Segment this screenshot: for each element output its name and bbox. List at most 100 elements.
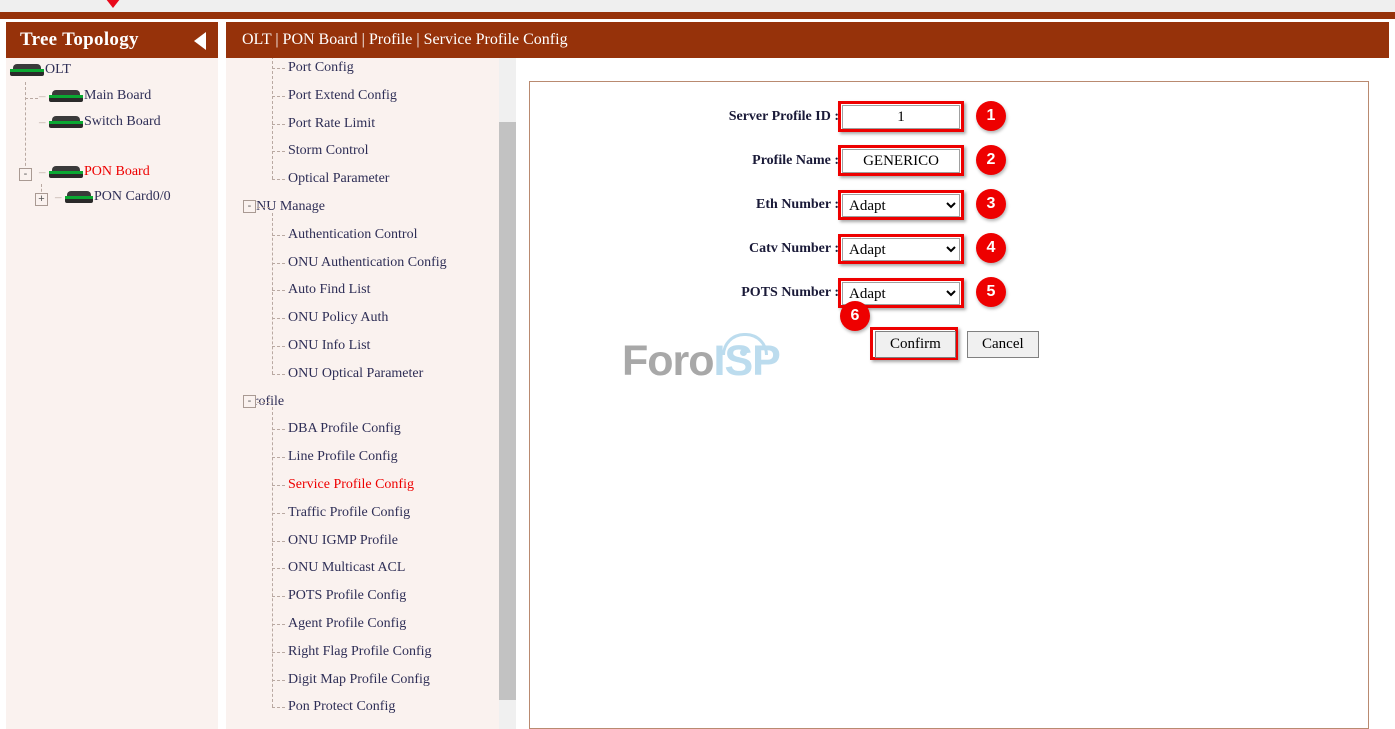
app-window: Tree Topology OLT – Main Board – Switch … xyxy=(0,0,1395,729)
menu-connector-dash xyxy=(272,179,285,181)
tree-expander-pon-board[interactable]: - xyxy=(19,168,32,181)
menu-connector-dash xyxy=(272,290,285,292)
device-icon xyxy=(65,191,93,203)
confirm-button[interactable]: Confirm xyxy=(875,331,956,358)
menu-scrollbar[interactable] xyxy=(499,22,516,729)
field-label-pots-number: POTS Number : xyxy=(741,285,839,300)
field-label-catv-number: Catv Number : xyxy=(749,241,839,256)
tree-node-switch-board[interactable]: – Switch Board xyxy=(39,114,161,136)
menu-item-onu-multicast-acl[interactable]: ONU Multicast ACL xyxy=(226,554,405,582)
menu-item-auto-find-list[interactable]: Auto Find List xyxy=(226,276,370,304)
menu-item-authentication-control[interactable]: Authentication Control xyxy=(226,221,417,249)
tree-dash-icon: – xyxy=(55,189,62,204)
menu-item-onu-policy-auth[interactable]: ONU Policy Auth xyxy=(226,304,388,332)
collapse-panel-icon[interactable] xyxy=(194,32,206,50)
tree-dash-icon: – xyxy=(39,164,46,179)
menu-item-label: DBA Profile Config xyxy=(288,421,401,437)
tree-node-pon-card[interactable]: – PON Card0/0 xyxy=(55,189,171,211)
field-label-server-profile-id: Server Profile ID : xyxy=(728,109,839,124)
breadcrumb: OLT | PON Board | Profile | Service Prof… xyxy=(242,31,568,48)
menu-item-label: ONU Multicast ACL xyxy=(288,560,406,576)
menu-item-onu-igmp-profile[interactable]: ONU IGMP Profile xyxy=(226,527,398,555)
menu-connector-vertical xyxy=(272,212,273,374)
menu-connector-dash xyxy=(272,346,285,347)
step-badge-1: 1 xyxy=(976,101,1006,131)
menu-connector-dash xyxy=(272,568,285,570)
menu-item-agent-profile-config[interactable]: Agent Profile Config xyxy=(226,610,406,638)
menu-connector-dash xyxy=(272,68,285,69)
menu-item-pon-protect-config[interactable]: Pon Protect Config xyxy=(226,693,395,721)
menu-item-label: ONU Authentication Config xyxy=(288,254,447,270)
tree-node-label: PON Board xyxy=(84,164,150,179)
menu-item-port-extend-config[interactable]: Port Extend Config xyxy=(226,82,397,110)
device-icon xyxy=(10,64,44,76)
menu-item-onu-info-list[interactable]: ONU Info List xyxy=(226,332,370,360)
menu-connector-dash xyxy=(272,123,285,125)
navigation-menu-list: Port Config Port Extend Config Port Rate L… xyxy=(226,22,498,729)
menu-connector-dash xyxy=(272,151,285,153)
tree-node-olt[interactable]: OLT xyxy=(10,62,71,84)
menu-connector-vertical xyxy=(272,407,273,708)
form-row: Catv Number : Adapt 4 xyxy=(530,232,1370,266)
select-eth-number[interactable]: Adapt xyxy=(842,194,960,217)
cancel-button[interactable]: Cancel xyxy=(967,331,1039,358)
tree-node-main-board[interactable]: – Main Board xyxy=(39,88,151,110)
menu-item-label: Agent Profile Config xyxy=(288,616,407,631)
tree-topology-header: Tree Topology xyxy=(6,22,218,58)
form-row: POTS Number : Adapt 5 xyxy=(530,276,1370,310)
menu-item-label: ONU Policy Auth xyxy=(288,310,389,326)
menu-item-label: Optical Parameter xyxy=(288,171,390,187)
menu-item-storm-control[interactable]: Storm Control xyxy=(226,137,369,165)
menu-connector-dash xyxy=(272,512,285,514)
menu-item-port-rate-limit[interactable]: Port Rate Limit xyxy=(226,110,375,138)
menu-item-label: Auto Find List xyxy=(288,282,371,298)
select-catv-number[interactable]: Adapt xyxy=(842,238,960,261)
menu-connector-dash xyxy=(272,95,285,97)
menu-connector-dash xyxy=(272,624,285,625)
input-profile-name[interactable] xyxy=(842,149,960,173)
menu-group-profile[interactable]: - Profile xyxy=(226,388,284,416)
breadcrumb-header: OLT | PON Board | Profile | Service Prof… xyxy=(226,22,1389,58)
device-icon xyxy=(49,90,83,102)
field-label-eth-number: Eth Number : xyxy=(756,197,839,212)
tree-node-pon-board[interactable]: – PON Board xyxy=(39,164,150,186)
menu-item-right-flag-profile-config[interactable]: Right Flag Profile Config xyxy=(226,638,432,666)
menu-item-pots-profile-config[interactable]: POTS Profile Config xyxy=(226,582,406,610)
menu-item-label: Storm Control xyxy=(288,143,369,159)
menu-item-line-profile-config[interactable]: Line Profile Config xyxy=(226,443,398,471)
step-badge-4: 4 xyxy=(976,233,1006,263)
menu-item-onu-authentication-config[interactable]: ONU Authentication Config xyxy=(226,249,447,277)
menu-expander-icon[interactable]: - xyxy=(243,200,256,213)
menu-item-label: Port Rate Limit xyxy=(288,115,376,131)
menu-item-digit-map-profile-config[interactable]: Digit Map Profile Config xyxy=(226,666,430,694)
menu-item-label: Traffic Profile Config xyxy=(288,504,411,520)
form-row: Eth Number : Adapt 3 xyxy=(530,188,1370,222)
red-pointer-arrow-icon xyxy=(102,0,124,8)
menu-item-label: Line Profile Config xyxy=(288,449,398,465)
tree-expander-pon-card[interactable]: + xyxy=(35,193,48,206)
menu-item-optical-parameter[interactable]: Optical Parameter xyxy=(226,165,389,193)
tree-node-label: Switch Board xyxy=(84,114,161,129)
tree-node-label: PON Card0/0 xyxy=(94,189,171,204)
menu-item-label: Right Flag Profile Config xyxy=(288,643,432,659)
tree-node-label: OLT xyxy=(45,62,71,77)
menu-expander-icon[interactable]: - xyxy=(243,394,256,408)
menu-item-onu-optical-parameter[interactable]: ONU Optical Parameter xyxy=(226,360,423,388)
menu-item-dba-profile-config[interactable]: DBA Profile Config xyxy=(226,415,401,443)
menu-connector-dash xyxy=(257,207,270,208)
menu-group-onu-manage[interactable]: - ONU Manage xyxy=(226,193,325,221)
form-row: Server Profile ID : 1 xyxy=(530,100,1370,134)
menu-item-label: ONU Info List xyxy=(288,338,371,353)
tree-dash-icon: – xyxy=(39,88,46,103)
menu-item-service-profile-config[interactable]: Service Profile Config xyxy=(226,471,414,499)
scrollbar-thumb[interactable] xyxy=(499,122,516,700)
menu-item-label: Port Config xyxy=(288,60,354,75)
menu-connector-dash xyxy=(272,318,285,320)
menu-item-traffic-profile-config[interactable]: Traffic Profile Config xyxy=(226,499,410,527)
menu-connector-dash xyxy=(272,262,285,264)
input-server-profile-id[interactable] xyxy=(842,105,960,129)
menu-connector-vertical xyxy=(272,46,273,180)
menu-item-label: ONU IGMP Profile xyxy=(288,532,398,548)
tree-connector-horizontal xyxy=(25,98,38,99)
menu-item-port-config[interactable]: Port Config xyxy=(226,54,354,82)
